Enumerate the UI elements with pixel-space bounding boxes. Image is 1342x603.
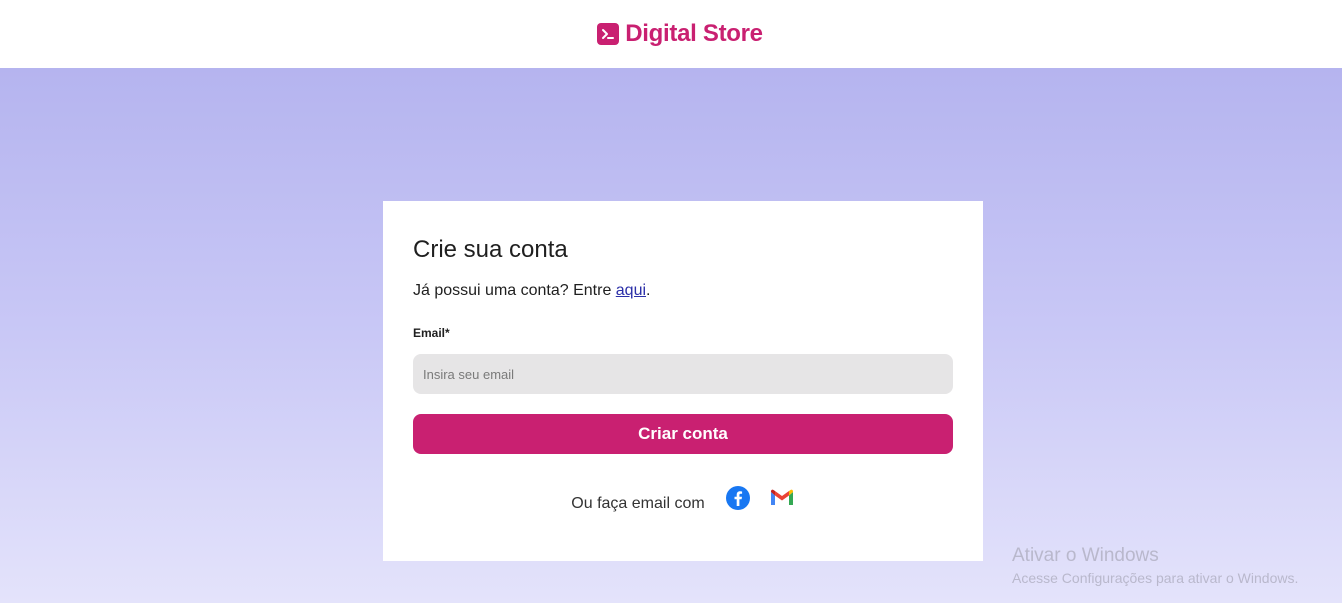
- email-field[interactable]: [413, 354, 953, 394]
- create-account-button[interactable]: Criar conta: [413, 414, 953, 454]
- brand-name: Digital Store: [625, 20, 763, 47]
- top-bar: Digital Store: [0, 0, 1342, 68]
- watermark-title: Ativar o Windows: [1012, 545, 1159, 566]
- login-prompt: Já possui uma conta? Entre aqui.: [413, 282, 650, 300]
- email-label: Email*: [413, 326, 450, 340]
- login-prompt-suffix: .: [646, 282, 651, 299]
- windows-activation-watermark: Ativar o Windows Acesse Configurações pa…: [1012, 545, 1298, 586]
- login-prompt-text: Já possui uma conta? Entre: [413, 282, 616, 299]
- brand-logo[interactable]: Digital Store: [597, 20, 763, 48]
- login-link[interactable]: aqui: [616, 282, 646, 299]
- gmail-icon[interactable]: [769, 485, 795, 511]
- signup-card: Crie sua conta Já possui uma conta? Entr…: [383, 201, 983, 561]
- social-login-row: Ou faça email com: [383, 485, 983, 512]
- social-login-text: Ou faça email com: [571, 495, 705, 512]
- page: Digital Store Crie sua conta Já possui u…: [0, 0, 1342, 603]
- page-title: Crie sua conta: [413, 236, 568, 263]
- facebook-icon[interactable]: [725, 485, 751, 511]
- terminal-icon: [597, 23, 620, 45]
- watermark-subtitle: Acesse Configurações para ativar o Windo…: [1012, 570, 1299, 586]
